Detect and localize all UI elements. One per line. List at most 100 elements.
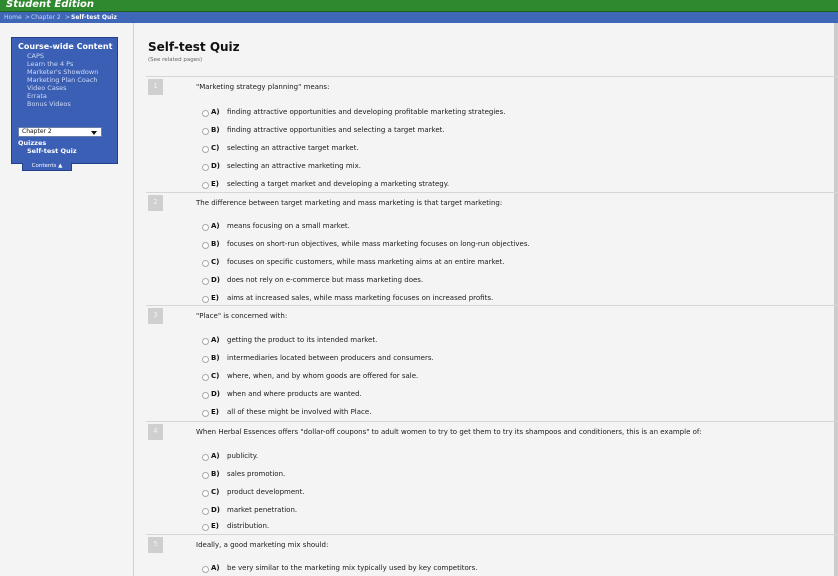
radio-button[interactable] (202, 472, 209, 479)
radio-button[interactable] (202, 242, 209, 249)
radio-button[interactable] (202, 338, 209, 345)
option-text: aims at increased sales, while mass mark… (227, 294, 494, 302)
question-text: When Herbal Essences offers "dollar-off … (196, 428, 702, 436)
option-letter: E) (211, 294, 219, 302)
breadcrumb: Home > Chapter 2 > Self-test Quiz (0, 12, 838, 23)
option-text: where, when, and by whom goods are offer… (227, 372, 419, 380)
quizzes-heading: Quizzes (18, 139, 47, 147)
option-text: intermediaries located between producers… (227, 354, 434, 362)
scrollbar-track[interactable] (834, 23, 838, 576)
option-letter: A) (211, 452, 220, 460)
radio-button[interactable] (202, 278, 209, 285)
breadcrumb-home[interactable]: Home (4, 12, 22, 23)
question-text: "Place" is concerned with: (196, 312, 288, 320)
option-letter: E) (211, 408, 219, 416)
sidebar-link-learn-4ps[interactable]: Learn the 4 Ps (27, 60, 73, 68)
radio-button[interactable] (202, 128, 209, 135)
option-letter: A) (211, 336, 220, 344)
option-text: focuses on specific customers, while mas… (227, 258, 505, 266)
option-text: finding attractive opportunities and sel… (227, 126, 445, 134)
radio-button[interactable] (202, 356, 209, 363)
option-letter: A) (211, 108, 220, 116)
option-letter: B) (211, 354, 220, 362)
radio-button[interactable] (202, 508, 209, 515)
title-bar: Student Edition (0, 0, 838, 12)
option-letter: D) (211, 276, 221, 284)
breadcrumb-separator: > (65, 14, 71, 21)
option-letter: A) (211, 222, 220, 230)
radio-button[interactable] (202, 224, 209, 231)
option-letter: D) (211, 390, 221, 398)
option-letter: C) (211, 258, 220, 266)
sidebar-link-marketing-plan-coach[interactable]: Marketing Plan Coach (27, 76, 98, 84)
radio-button[interactable] (202, 182, 209, 189)
radio-button[interactable] (202, 146, 209, 153)
option-text: selecting a target market and developing… (227, 180, 450, 188)
option-text: when and where products are wanted. (227, 390, 362, 398)
question-block: 1 "Marketing strategy planning" means: A… (146, 76, 838, 189)
question-block: 5 Ideally, a good marketing mix should: … (146, 534, 838, 573)
option-letter: B) (211, 470, 220, 478)
option-letter: E) (211, 180, 219, 188)
sidebar-link-errata[interactable]: Errata (27, 92, 47, 100)
option-text: sales promotion. (227, 470, 286, 478)
radio-button[interactable] (202, 260, 209, 267)
option-letter: B) (211, 240, 220, 248)
app-title: Student Edition (6, 0, 95, 10)
page-title: Self-test Quiz (148, 40, 240, 54)
sidebar-link-caps[interactable]: CAPS (27, 52, 44, 60)
radio-button[interactable] (202, 410, 209, 417)
sidebar-nav: Course-wide Content CAPS Learn the 4 Ps … (11, 37, 118, 164)
option-text: all of these might be involved with Plac… (227, 408, 372, 416)
related-pages-link[interactable]: (See related pages) (148, 57, 202, 63)
option-text: finding attractive opportunities and dev… (227, 108, 506, 116)
sidebar-link-marketers-showdown[interactable]: Marketer's Showdown (27, 68, 98, 76)
option-text: distribution. (227, 522, 270, 530)
radio-button[interactable] (202, 164, 209, 171)
chapter-select-value: Chapter 2 (22, 128, 52, 135)
question-block: 4 When Herbal Essences offers "dollar-of… (146, 421, 838, 531)
option-text: be very similar to the marketing mix typ… (227, 564, 478, 572)
option-letter: C) (211, 144, 220, 152)
chapter-select[interactable]: Chapter 2 (18, 127, 102, 137)
radio-button[interactable] (202, 490, 209, 497)
question-number: 2 (148, 195, 163, 211)
question-number: 1 (148, 79, 163, 95)
sidebar-link-video-cases[interactable]: Video Cases (27, 84, 67, 92)
radio-button[interactable] (202, 296, 209, 303)
radio-button[interactable] (202, 392, 209, 399)
option-text: getting the product to its intended mark… (227, 336, 378, 344)
option-text: does not rely on e-commerce but mass mar… (227, 276, 424, 284)
question-number: 5 (148, 537, 163, 553)
breadcrumb-separator: > (25, 14, 31, 21)
option-letter: D) (211, 162, 221, 170)
column-divider (133, 23, 134, 576)
question-text: The difference between target marketing … (196, 199, 503, 207)
sidebar-link-bonus-videos[interactable]: Bonus Videos (27, 100, 71, 108)
question-text: Ideally, a good marketing mix should: (196, 541, 329, 549)
radio-button[interactable] (202, 374, 209, 381)
option-text: product development. (227, 488, 305, 496)
option-text: publicity. (227, 452, 259, 460)
chevron-down-icon (91, 131, 97, 135)
question-number: 4 (148, 424, 163, 440)
option-letter: A) (211, 564, 220, 572)
contents-toggle-button[interactable]: Contents ▲ (22, 163, 72, 171)
option-letter: C) (211, 488, 220, 496)
breadcrumb-chapter[interactable]: Chapter 2 (31, 12, 61, 23)
option-letter: D) (211, 506, 221, 514)
sidebar-heading: Course-wide Content (18, 42, 113, 51)
question-number: 3 (148, 308, 163, 324)
question-block: 3 "Place" is concerned with: A) getting t… (146, 305, 838, 417)
radio-button[interactable] (202, 566, 209, 573)
option-text: market penetration. (227, 506, 298, 514)
question-block: 2 The difference between target marketin… (146, 192, 838, 303)
option-letter: C) (211, 372, 220, 380)
option-text: focuses on short-run objectives, while m… (227, 240, 530, 248)
radio-button[interactable] (202, 454, 209, 461)
sidebar-link-self-test-quiz[interactable]: Self-test Quiz (27, 147, 77, 155)
radio-button[interactable] (202, 524, 209, 531)
option-text: selecting an attractive marketing mix. (227, 162, 361, 170)
radio-button[interactable] (202, 110, 209, 117)
question-text: "Marketing strategy planning" means: (196, 83, 330, 91)
